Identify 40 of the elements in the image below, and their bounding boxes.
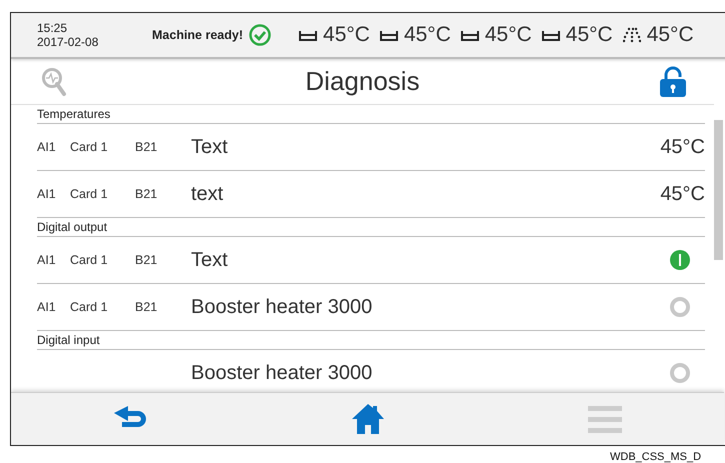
section-title: Digital input (37, 331, 705, 350)
basin-icon (542, 29, 560, 41)
input-label: AI1 (37, 300, 56, 314)
status-text: Machine ready! (152, 28, 244, 42)
sensor-label: B21 (135, 253, 158, 267)
page-title: Diagnosis (305, 66, 420, 97)
section-title: Digital output (37, 218, 705, 237)
card-label: Card 1 (70, 300, 108, 314)
card-label: Card 1 (70, 253, 108, 267)
spray-icon (622, 27, 641, 43)
temperature-reading: 45°C (646, 23, 694, 47)
scrollbar[interactable] (714, 120, 723, 260)
signal-name: Booster heater 3000 (191, 362, 372, 384)
date-text: 2017-02-08 (37, 35, 100, 49)
sensor-label: B21 (135, 300, 158, 314)
sensor-label: B21 (135, 140, 158, 154)
time-text: 15:25 (37, 21, 68, 35)
lock-open-icon[interactable] (658, 66, 688, 98)
sensor-label: B21 (135, 187, 158, 201)
signal-name: Booster heater 3000 (191, 296, 372, 318)
signal-name: Text (191, 248, 228, 270)
signal-name: text (191, 182, 224, 204)
temperature-reading: 45°C (404, 23, 451, 47)
temperature-reading: 45°C (323, 23, 370, 47)
section-title: Temperatures (37, 105, 705, 124)
input-label: AI1 (37, 140, 56, 154)
temperature-value: 45°C (660, 182, 705, 206)
card-label: Card 1 (70, 187, 108, 201)
caption-text: WDB_CSS_MS_D (610, 451, 702, 463)
input-label: AI1 (37, 187, 56, 201)
temperature-value: 45°C (660, 136, 705, 158)
basin-icon (380, 29, 398, 41)
temperature-reading: 45°C (566, 23, 613, 47)
temperature-reading: 45°C (484, 23, 532, 47)
card-label: Card 1 (70, 140, 108, 154)
basin-icon (299, 29, 318, 41)
signal-name: Text (191, 136, 228, 158)
basin-icon (460, 29, 479, 41)
input-label: AI1 (37, 253, 56, 267)
home-icon[interactable] (350, 403, 384, 435)
